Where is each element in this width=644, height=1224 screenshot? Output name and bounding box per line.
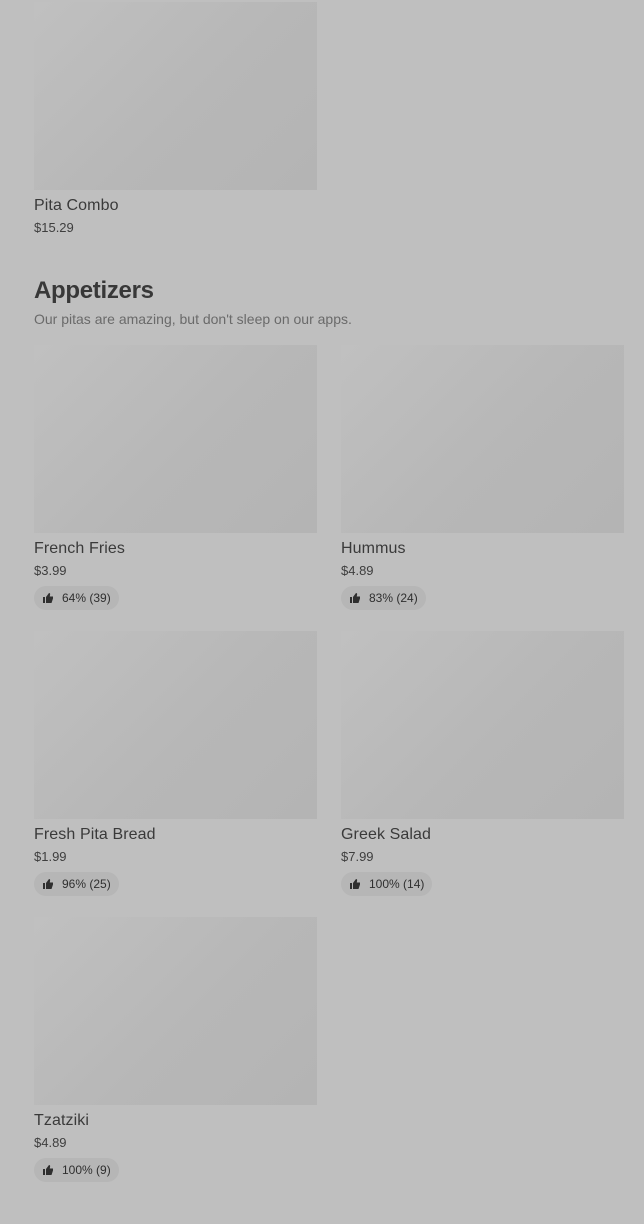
rating-text: 96% (25) [62,877,111,891]
section-title: Appetizers [34,277,154,304]
menu-item-image [341,631,624,819]
menu-item-name: French Fries [34,540,125,557]
menu-item-name: Tzatziki [34,1112,90,1129]
rating-badge: 64% (39) [34,586,119,610]
menu-item-price: $4.89 [341,563,374,578]
menu-item-name: Fresh Pita Bread [34,826,156,843]
menu-item-card[interactable]: Pita Combo $15.29 [34,2,317,236]
menu-item-image [34,345,317,533]
rating-text: 83% (24) [369,591,418,605]
menu-item-price: $15.29 [34,220,74,235]
menu-item-price: $7.99 [341,849,374,864]
rating-text: 100% (14) [369,877,425,891]
rating-badge: 100% (9) [34,1158,119,1182]
menu-item-card[interactable]: Greek Salad $7.99 100% (14) [341,631,624,896]
thumbs-up-icon [43,879,53,889]
section-subtitle: Our pitas are amazing, but don't sleep o… [34,311,352,327]
menu-item-image [34,917,317,1105]
menu-item-card[interactable]: Hummus $4.89 83% (24) [341,345,624,610]
rating-badge: 83% (24) [341,586,426,610]
rating-badge: 100% (14) [341,872,433,896]
thumbs-up-icon [43,1165,53,1175]
menu-item-card[interactable]: French Fries $3.99 64% (39) [34,345,317,610]
thumbs-up-icon [43,593,53,603]
rating-text: 100% (9) [62,1163,111,1177]
menu-item-card[interactable]: Fresh Pita Bread $1.99 96% (25) [34,631,317,896]
rating-badge: 96% (25) [34,872,119,896]
menu-item-card[interactable]: Tzatziki $4.89 100% (9) [34,917,317,1182]
rating-text: 64% (39) [62,591,111,605]
menu-item-name: Hummus [341,540,406,557]
menu-item-image [34,631,317,819]
thumbs-up-icon [350,593,360,603]
thumbs-up-icon [350,879,360,889]
menu-item-price: $1.99 [34,849,67,864]
menu-item-price: $4.89 [34,1135,67,1150]
menu-item-image [34,2,317,190]
menu-item-price: $3.99 [34,563,67,578]
menu-item-name: Pita Combo [34,197,119,214]
menu-item-image [341,345,624,533]
menu-item-name: Greek Salad [341,826,432,843]
